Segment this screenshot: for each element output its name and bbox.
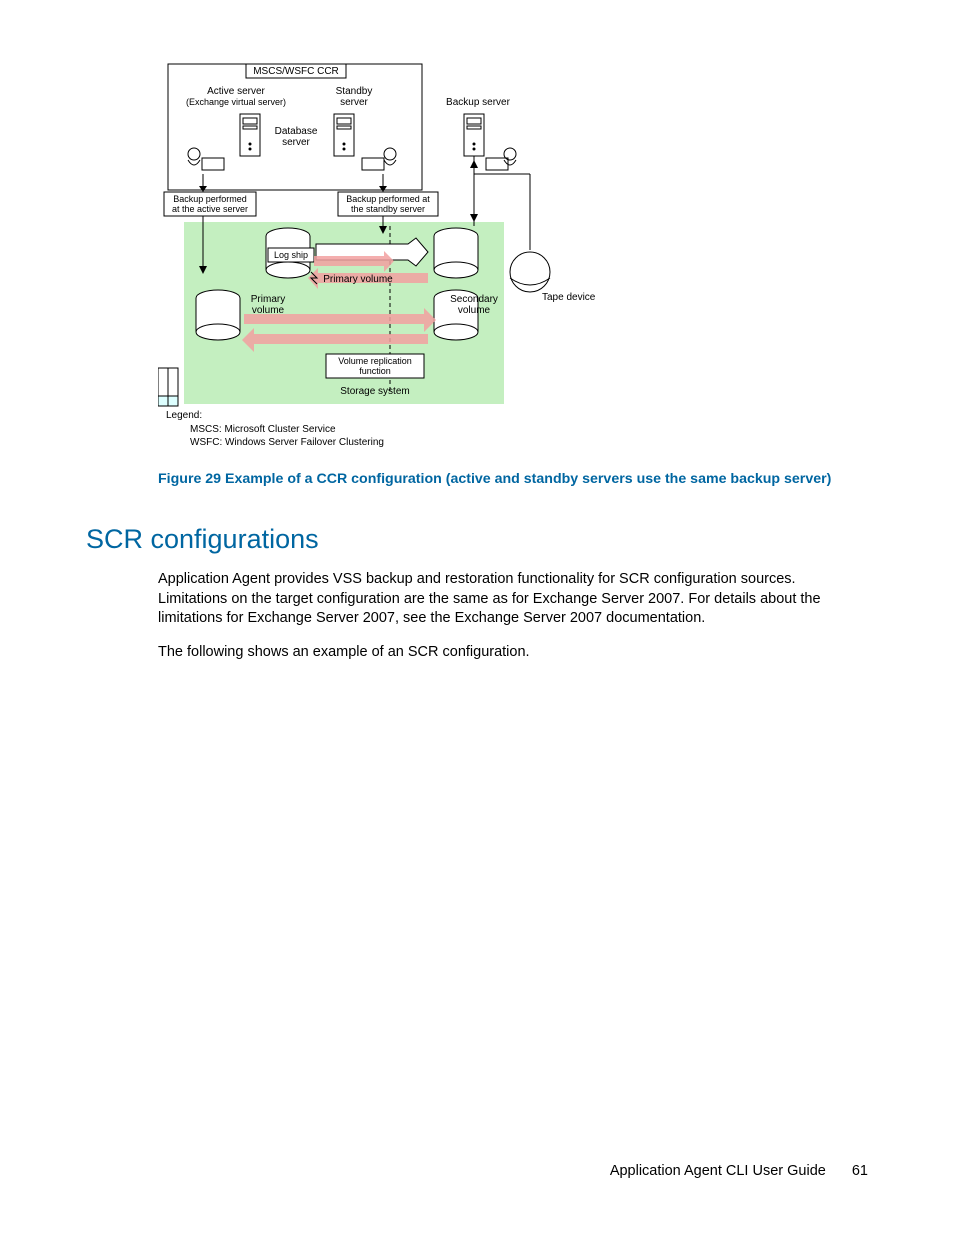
backup-standby-label-2: the standby server	[351, 204, 425, 214]
operator-icon	[486, 148, 516, 170]
database-server-label-1: Database	[275, 126, 318, 137]
figure-29-diagram: MSCS/WSFC CCR Active server (Exchange vi…	[158, 56, 598, 456]
storage-system-label: Storage system	[340, 386, 409, 397]
volume-replication-label-1: Volume replication	[338, 356, 412, 366]
operator-icon	[188, 148, 224, 170]
backup-standby-label-1: Backup performed at	[346, 194, 430, 204]
cylinder-icon	[196, 290, 240, 340]
backup-server-label: Backup server	[446, 97, 511, 108]
log-ship-label: Log ship	[274, 250, 308, 260]
page-footer: Application Agent CLI User Guide 61	[610, 1163, 868, 1179]
server-tower-icon	[334, 114, 354, 156]
volume-replication-label-2: function	[359, 366, 391, 376]
database-server-label-2: server	[282, 137, 310, 148]
cylinder-icon	[434, 228, 478, 278]
secondary-volume-label-1: Secondary	[450, 294, 498, 305]
primary-volume-label-1: Primary	[251, 294, 285, 305]
operator-icon	[362, 148, 396, 170]
tape-device-icon	[510, 252, 550, 292]
backup-active-label-2: at the active server	[172, 204, 248, 214]
backup-active-label-1: Backup performed	[173, 194, 247, 204]
server-tower-icon	[464, 114, 484, 156]
section-heading-scr-configurations: SCR configurations	[86, 524, 868, 555]
legend-mscs: MSCS: Microsoft Cluster Service	[190, 424, 336, 435]
legend-header: Legend:	[166, 410, 202, 421]
lu-stack-icon	[158, 368, 178, 406]
footer-title: Application Agent CLI User Guide	[610, 1163, 826, 1179]
active-server-label-1: Active server	[207, 86, 265, 97]
server-tower-icon	[240, 114, 260, 156]
standby-server-label-2: server	[340, 97, 368, 108]
tape-device-label: Tape device	[542, 292, 596, 303]
active-server-label-2: (Exchange virtual server)	[186, 97, 286, 107]
ccr-configuration-diagram: MSCS/WSFC CCR Active server (Exchange vi…	[158, 56, 598, 456]
legend-wsfc: WSFC: Windows Server Failover Clustering	[190, 437, 384, 448]
body-paragraph: The following shows an example of an SCR…	[158, 643, 868, 663]
cluster-header-label: MSCS/WSFC CCR	[253, 66, 339, 77]
page-number: 61	[852, 1163, 868, 1179]
figure-caption: Figure 29 Example of a CCR configuration…	[158, 470, 868, 488]
standby-server-label-1: Standby	[336, 86, 373, 97]
secondary-volume-label-2: volume	[458, 305, 491, 316]
primary-volume-top-label: Primary volume	[323, 274, 393, 285]
body-paragraph: Application Agent provides VSS backup an…	[158, 570, 868, 629]
